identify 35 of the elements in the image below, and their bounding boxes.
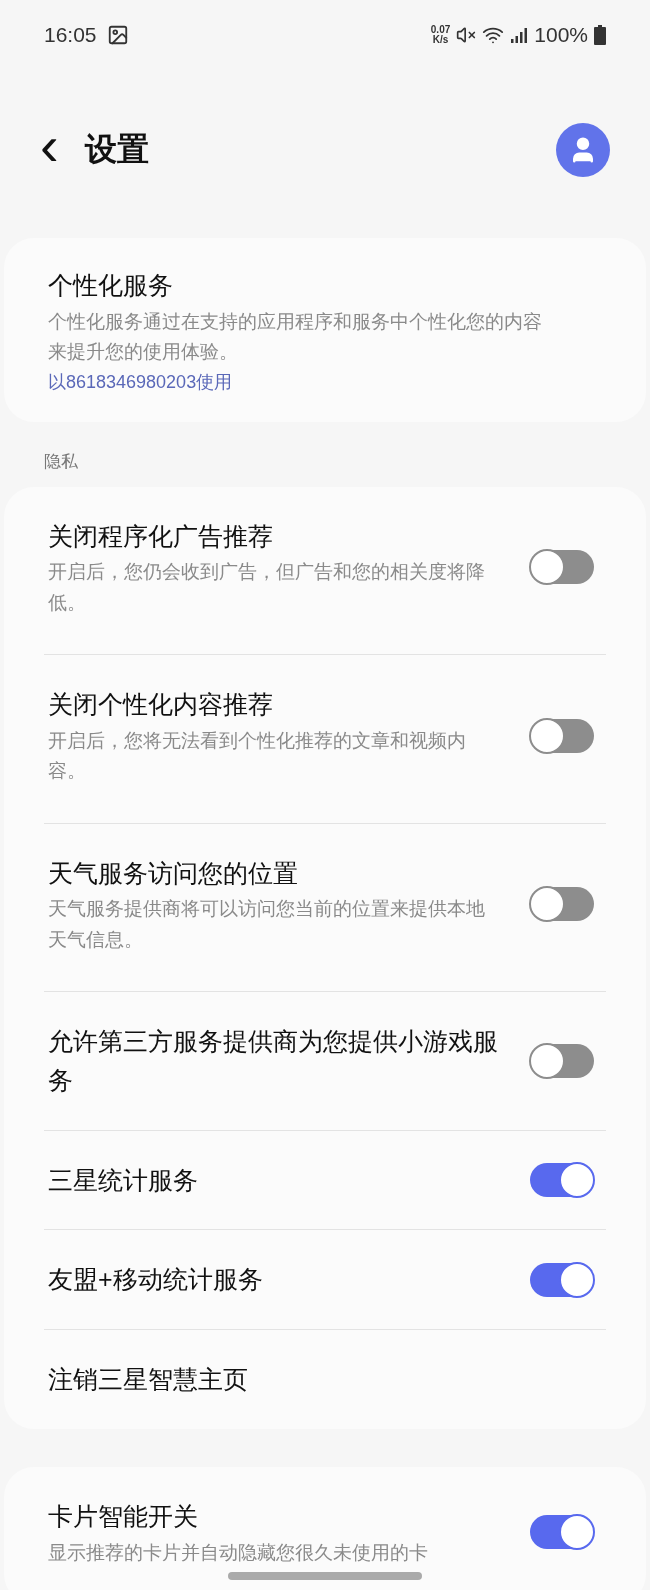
setting-description: 天气服务提供商将可以访问您当前的位置来提供本地天气信息。 [48, 897, 486, 952]
toggle-switch[interactable] [530, 1043, 594, 1078]
toggle-switch[interactable] [530, 550, 594, 585]
gallery-icon [106, 24, 129, 46]
network-speed-unit: K/s [432, 35, 449, 45]
setting-title: 关闭个性化内容推荐 [48, 689, 274, 721]
personal-service-card[interactable]: 个性化服务 个性化服务通过在支持的应用程序和服务中个性化您的内容来提升您的使用体验。 以8618346980203使用 [4, 238, 646, 422]
setting-title: 友盟+移动统计服务 [48, 1264, 264, 1296]
card-description: 个性化服务通过在支持的应用程序和服务中个性化您的内容来提升您的使用体验。 [48, 309, 543, 365]
card-title: 个性化服务 [48, 270, 174, 301]
network-speed: 0.07 [430, 25, 451, 35]
toggle-switch[interactable] [530, 1262, 594, 1297]
toggle-switch[interactable] [530, 718, 594, 753]
setting-description: 开启后，您仍会收到广告，但广告和您的相关度将降低。 [48, 560, 486, 615]
setting-title: 三星统计服务 [48, 1164, 199, 1196]
setting-title: 注销三星智慧主页 [48, 1364, 249, 1396]
toggle-switch[interactable] [530, 1515, 594, 1550]
battery-icon [594, 25, 606, 45]
section-title: 隐私 [43, 450, 79, 473]
profile-button[interactable] [556, 123, 610, 177]
signal-icon [510, 26, 529, 44]
setting-description: 开启后，您将无法看到个性化推荐的文章和视频内容。 [48, 728, 467, 784]
page-title: 设置 [84, 130, 150, 169]
setting-title: 卡片智能开关 [48, 1500, 199, 1532]
setting-title: 关闭程序化广告推荐 [48, 520, 274, 552]
back-button[interactable]: ‹ [40, 118, 59, 182]
setting-title: 天气服务访问您的位置 [48, 857, 299, 889]
battery-level: 100% [534, 23, 588, 47]
setting-description: 显示推荐的卡片并自动隐藏您很久未使用的卡 [48, 1540, 429, 1565]
toggle-switch[interactable] [530, 887, 594, 922]
account-link[interactable]: 以8618346980203使用 [48, 369, 233, 394]
setting-title: 允许第三方服务提供商为您提供小游戏服务 [48, 1026, 498, 1096]
mute-icon [456, 25, 477, 45]
status-time: 16:05 [44, 23, 97, 47]
toggle-switch[interactable] [530, 1163, 594, 1197]
